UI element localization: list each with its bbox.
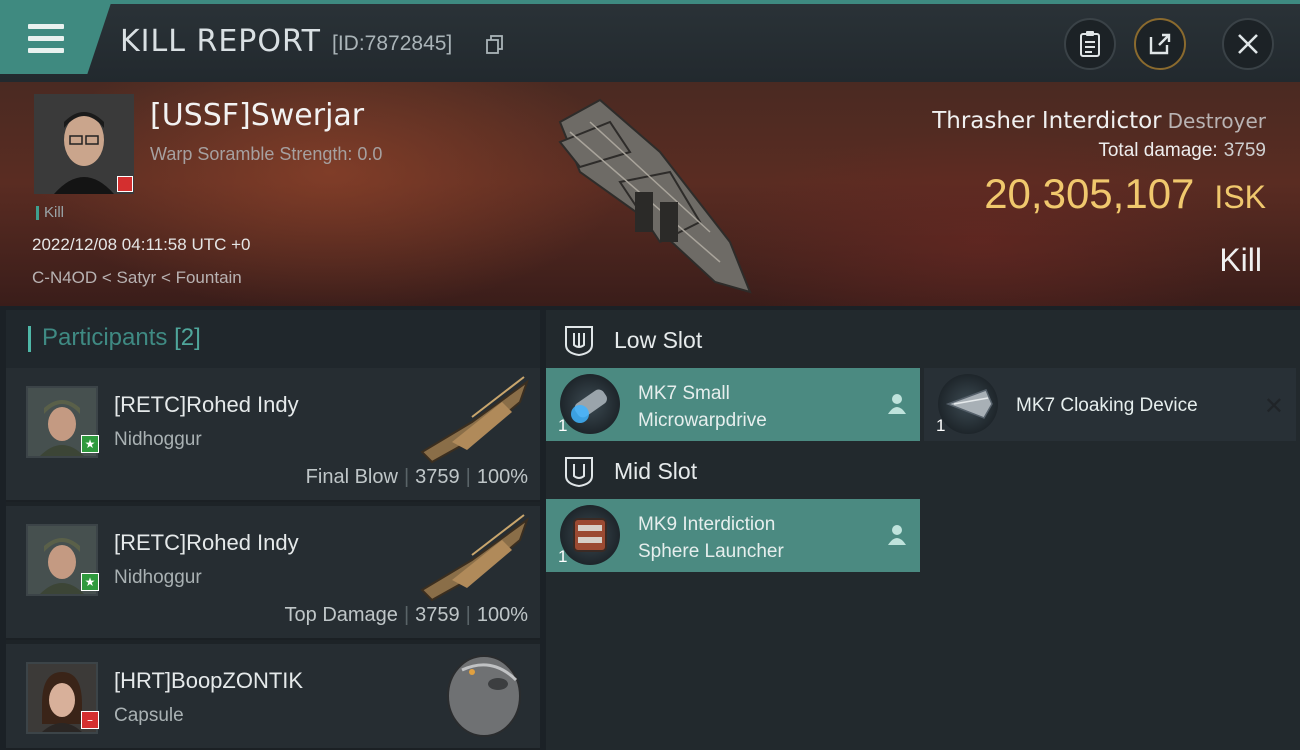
module-quantity: 1 <box>936 416 946 435</box>
kill-datetime: 2022/12/08 04:11:58 UTC +0 <box>32 235 251 254</box>
module-microwarpdrive[interactable]: 1 MK7 Small Microwarpdrive <box>546 368 920 441</box>
participant-damage: 3759 <box>415 466 460 488</box>
star-badge: ★ <box>81 573 99 591</box>
participant-stats: Final Blow | 3759 | 100% <box>306 466 528 489</box>
total-damage-value: 3759 <box>1223 140 1266 161</box>
module-name-line2: Microwarpdrive <box>638 410 767 431</box>
module-interdiction-sphere-launcher[interactable]: 1 MK9 Interdiction Sphere Launcher <box>546 499 920 572</box>
ship-class: Destroyer <box>1167 109 1266 133</box>
star-badge: ★ <box>81 435 99 453</box>
kill-location[interactable]: C-N4OD < Satyr < Fountain <box>32 268 242 288</box>
module-name: MK7 Cloaking Device <box>1016 392 1198 419</box>
isk-value: 20,305,107 ISK <box>984 170 1266 218</box>
separator: | <box>403 604 410 626</box>
pilot-icon[interactable] <box>886 392 908 416</box>
isk-amount: 20,305,107 <box>984 170 1195 217</box>
participant-ship: Nidhoggur <box>114 567 202 588</box>
module-name: MK9 Interdiction Sphere Launcher <box>638 511 784 565</box>
participant-stats: Top Damage | 3759 | 100% <box>285 604 528 627</box>
low-slot-header: Low Slot <box>546 313 920 369</box>
participant-name: [HRT]BoopZONTIK <box>114 668 304 693</box>
victim-name[interactable]: [USSF]Swerjar <box>150 98 364 133</box>
menu-icon-bar <box>28 48 64 53</box>
close-icon[interactable]: ✕ <box>1264 392 1284 420</box>
participant-row[interactable]: – [HRT]BoopZONTIK Capsule <box>6 644 540 750</box>
module-name-line2: Sphere Launcher <box>638 541 784 562</box>
module-name-line1: MK7 Cloaking Device <box>1016 395 1198 416</box>
participant-ship-image <box>420 376 530 464</box>
mid-slot-header: Mid Slot <box>546 444 920 500</box>
close-icon <box>1238 34 1258 54</box>
pilot-icon[interactable] <box>886 523 908 547</box>
participant-role: Top Damage <box>284 604 398 626</box>
cloaking-device-icon <box>945 389 993 419</box>
module-cloaking-device[interactable]: 1 MK7 Cloaking Device ✕ <box>924 368 1296 441</box>
module-icon <box>938 374 998 434</box>
launcher-icon <box>573 518 607 552</box>
menu-icon-bar <box>28 36 64 41</box>
participant-ship-image <box>420 514 530 602</box>
participants-marker <box>28 326 31 352</box>
separator: | <box>465 604 471 626</box>
clipboard-icon <box>1080 31 1100 57</box>
participant-ship: Nidhoggur <box>114 429 202 450</box>
separator: | <box>465 466 471 488</box>
module-icon <box>560 505 620 565</box>
kill-tag: Kill <box>44 204 65 221</box>
participant-role: Final Blow <box>305 466 398 488</box>
module-name: MK7 Small Microwarpdrive <box>638 380 767 434</box>
module-icon <box>560 374 620 434</box>
participant-damage: 3759 <box>415 604 460 626</box>
slot-icon <box>565 326 593 357</box>
isk-unit: ISK <box>1214 179 1266 215</box>
mid-slot-title: Mid Slot <box>614 458 698 484</box>
victim-ship-name[interactable]: Thrasher Interdictor Destroyer <box>932 108 1266 134</box>
close-button[interactable] <box>1222 18 1274 70</box>
window-title: KILL REPORT <box>120 24 321 59</box>
participant-name: [RETC]Rohed Indy <box>114 392 299 417</box>
minus-badge: – <box>81 711 99 729</box>
module-name-line1: MK7 Small <box>638 383 730 404</box>
module-quantity: 1 <box>558 416 568 435</box>
participant-row[interactable]: ★ [RETC]Rohed Indy Nidhoggur Final Blow |… <box>6 368 540 502</box>
participant-percent: 100% <box>476 466 528 488</box>
share-button[interactable] <box>1134 18 1186 70</box>
menu-icon <box>28 24 64 29</box>
share-icon <box>1149 33 1171 55</box>
participant-percent: 100% <box>476 604 528 626</box>
microwarpdrive-icon <box>571 389 607 423</box>
report-id: [ID:7872845] <box>332 32 453 55</box>
low-slot-title: Low Slot <box>614 327 703 353</box>
participants-count: [2] <box>174 324 201 351</box>
participant-ship: Capsule <box>114 705 184 726</box>
module-name-line1: MK9 Interdiction <box>638 514 776 535</box>
slot-icon <box>565 457 593 488</box>
module-quantity: 1 <box>558 547 568 566</box>
total-damage: Total damage: 3759 <box>1098 140 1266 162</box>
participants-title: Participants [2] <box>42 324 201 352</box>
participant-row[interactable]: ★ [RETC]Rohed Indy Nidhoggur Top Damage |… <box>6 506 540 640</box>
kill-tag-marker <box>36 206 39 220</box>
participants-label: Participants <box>42 324 168 351</box>
ship-type: Thrasher Interdictor <box>932 108 1162 134</box>
clipboard-button[interactable] <box>1064 18 1116 70</box>
participant-name: [RETC]Rohed Indy <box>114 530 299 555</box>
separator: | <box>403 466 410 488</box>
total-damage-label: Total damage: <box>1098 140 1218 161</box>
victim-ship-image <box>558 98 752 294</box>
warp-scramble-strength: Warp Soramble Strength: 0.0 <box>150 144 383 164</box>
result-label: Kill <box>1219 242 1262 278</box>
copy-icon[interactable] <box>486 35 504 55</box>
capsule-image <box>447 655 521 737</box>
hostile-badge <box>117 176 133 192</box>
